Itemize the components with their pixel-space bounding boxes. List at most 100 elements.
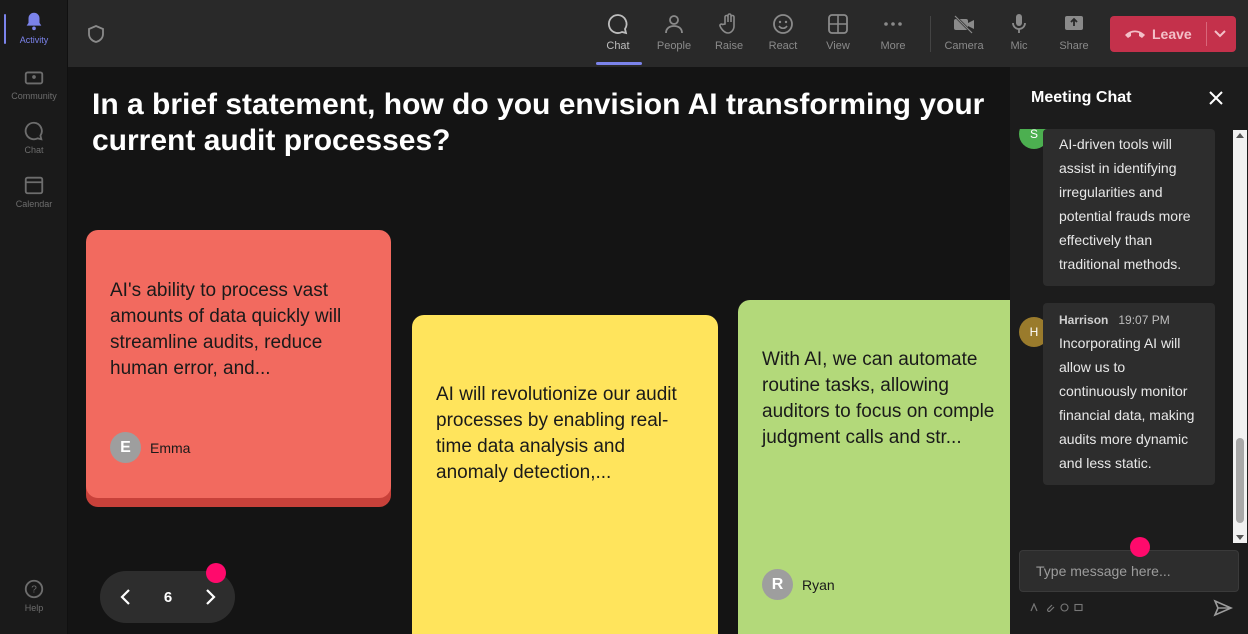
chat-title: Meeting Chat	[1031, 89, 1132, 106]
close-icon[interactable]	[1207, 89, 1225, 107]
card-text: AI will revolutionize our audit processe…	[436, 384, 677, 483]
card-text-line: judgment calls and str...	[762, 427, 962, 448]
author-name: Ryan	[802, 576, 835, 593]
card-author: E Emma	[110, 432, 190, 463]
smiley-icon	[773, 14, 793, 34]
app-rail: Activity Community Chat Calendar ? Help	[0, 0, 68, 634]
gif-icon[interactable]	[1074, 603, 1083, 612]
rail-item-label: Chat	[24, 145, 44, 155]
rail-item-label: Activity	[19, 35, 49, 45]
card-text-line: routine tasks, allowing	[762, 375, 949, 396]
chevron-left-icon[interactable]	[116, 587, 136, 607]
chat-button[interactable]: Chat	[592, 10, 644, 60]
rail-item-label: Community	[11, 91, 57, 101]
view-label: View	[826, 40, 850, 52]
meeting-chat-panel: Meeting Chat S AI-driven tools will assi…	[1010, 67, 1248, 634]
grid-icon	[828, 14, 848, 34]
share-label: Share	[1059, 40, 1089, 52]
rail-item-calendar[interactable]: Calendar	[0, 174, 68, 209]
community-icon	[24, 71, 44, 85]
rail-item-help[interactable]: ? Help	[0, 578, 68, 613]
chat-icon	[24, 121, 43, 141]
leave-button[interactable]: Leave	[1110, 16, 1236, 52]
question-title: In a brief statement, how do you envisio…	[92, 88, 985, 157]
react-button[interactable]: React	[757, 10, 809, 60]
rail-item-community[interactable]: Community	[0, 66, 68, 101]
help-icon: ?	[24, 579, 44, 599]
chat-message: AI-driven tools will assist in identifyi…	[1043, 129, 1215, 286]
camera-label: Camera	[944, 40, 984, 52]
camera-off-icon	[954, 15, 974, 34]
share-screen-icon	[1065, 16, 1083, 30]
people-label: People	[656, 40, 692, 52]
chat-icon	[607, 14, 628, 35]
share-button[interactable]: Share	[1048, 10, 1100, 60]
leave-separator	[1206, 22, 1207, 46]
people-button[interactable]: People	[648, 10, 700, 60]
rail-item-label: Calendar	[15, 199, 53, 209]
chat-label: Chat	[606, 40, 630, 52]
response-card[interactable]: AI's ability to process vast amounts of …	[86, 230, 391, 498]
emoji-icon[interactable]	[1060, 603, 1069, 612]
scroll-down-arrow[interactable]	[1236, 535, 1244, 540]
card-text-line: auditors to focus on comple	[762, 401, 995, 422]
cursor-marker	[1130, 537, 1150, 557]
raise-hand-button[interactable]: Raise	[703, 10, 755, 60]
response-card[interactable]: AI will revolutionize our audit processe…	[412, 315, 718, 634]
card-author: R Ryan	[762, 569, 835, 600]
view-button[interactable]: View	[812, 10, 864, 60]
chat-active-indicator	[596, 62, 642, 65]
chat-header: Meeting Chat	[1010, 67, 1248, 129]
avatar-initial: H	[1029, 325, 1039, 339]
message-meta: Harrison 19:07 PM	[1059, 313, 1201, 327]
chevron-down-icon[interactable]	[1212, 27, 1228, 41]
format-icon[interactable]	[1030, 603, 1039, 612]
phone-hangup-icon	[1125, 30, 1145, 38]
avatar-initial: S	[1029, 129, 1038, 141]
chat-messages: S AI-driven tools will assist in identif…	[1010, 129, 1242, 544]
page-number: 6	[163, 589, 173, 606]
avatar: E	[110, 432, 141, 463]
leave-label: Leave	[1152, 26, 1192, 42]
cursor-marker	[206, 563, 226, 583]
more-label: More	[880, 40, 906, 52]
shield-icon[interactable]	[86, 24, 106, 44]
card-text: With AI, we can automate routine tasks, …	[762, 347, 1010, 451]
more-button[interactable]: More	[867, 10, 919, 60]
mic-button[interactable]: Mic	[993, 10, 1045, 60]
send-icon[interactable]	[1213, 599, 1233, 617]
rail-item-label: Help	[24, 603, 44, 613]
message-text: Incorporating AI will allow us to contin…	[1059, 335, 1195, 471]
svg-text:?: ?	[31, 585, 37, 596]
author-name: Emma	[150, 439, 191, 456]
sender-name: Harrison	[1059, 313, 1109, 327]
react-label: React	[768, 40, 798, 52]
raise-label: Raise	[714, 40, 744, 52]
hand-icon	[719, 13, 735, 34]
card-text-line: With AI, we can automate	[762, 349, 978, 370]
toolbar-divider	[930, 16, 931, 52]
attach-icon[interactable]	[1046, 603, 1055, 612]
people-icon	[665, 15, 683, 34]
meeting-toolbar: Chat People Raise React View More Camera…	[68, 0, 1248, 67]
avatar: R	[762, 569, 793, 600]
scroll-up-arrow[interactable]	[1236, 133, 1244, 138]
chat-message: Harrison 19:07 PM Incorporating AI will a…	[1043, 303, 1215, 485]
microphone-icon	[1012, 14, 1026, 33]
card-text: AI's ability to process vast amounts of …	[110, 280, 342, 379]
message-time: 19:07 PM	[1118, 313, 1170, 327]
message-input[interactable]	[1019, 550, 1239, 592]
presentation-stage: In a brief statement, how do you envisio…	[68, 67, 1010, 634]
chevron-right-icon[interactable]	[200, 587, 220, 607]
mic-label: Mic	[1010, 40, 1028, 52]
bell-icon	[26, 12, 42, 31]
chat-scrollbar[interactable]	[1233, 130, 1247, 543]
message-text: AI-driven tools will assist in identifyi…	[1059, 136, 1191, 272]
camera-button[interactable]: Camera	[938, 10, 990, 60]
response-card[interactable]: With AI, we can automate routine tasks, …	[738, 300, 1010, 634]
rail-item-activity[interactable]: Activity	[0, 10, 68, 45]
ellipsis-icon	[884, 22, 902, 26]
calendar-icon	[24, 176, 44, 195]
rail-item-chat[interactable]: Chat	[0, 120, 68, 155]
scroll-thumb[interactable]	[1236, 438, 1244, 523]
